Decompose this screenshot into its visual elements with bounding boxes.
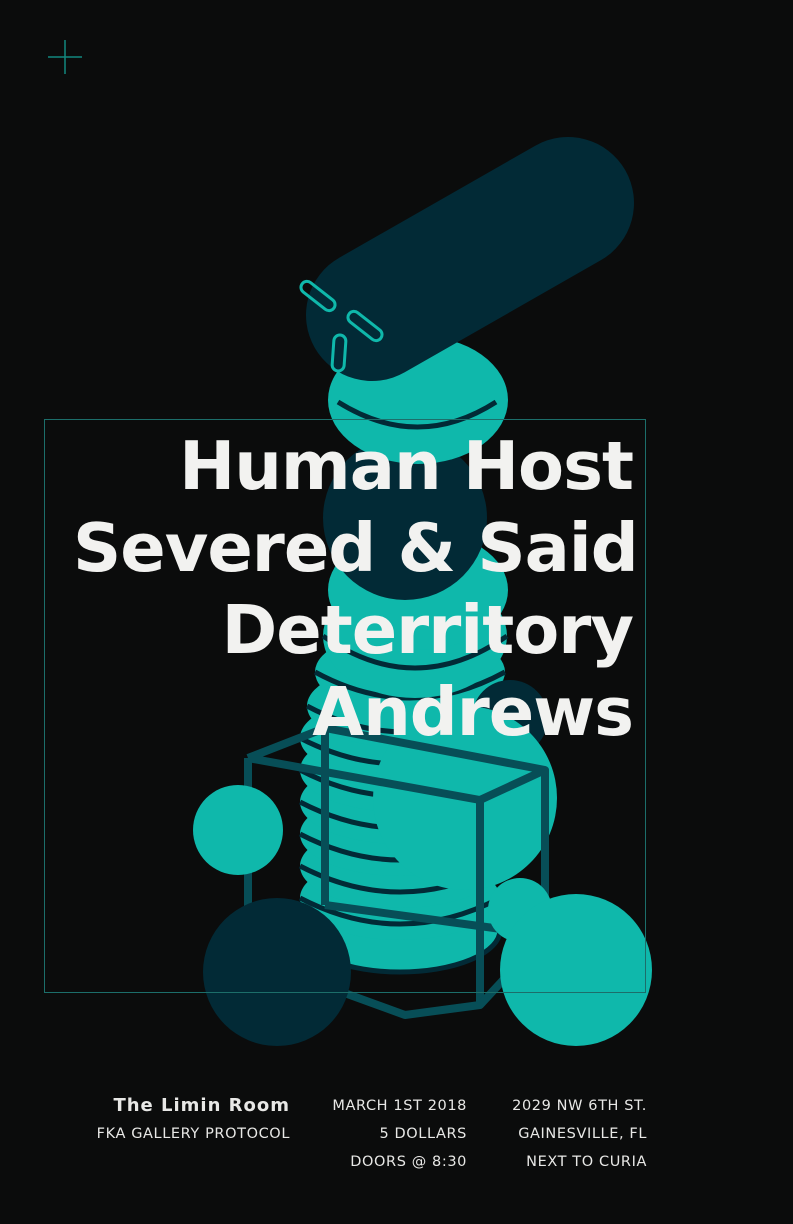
band-name: Severed & Said — [73, 509, 639, 587]
event-info-block: MARCH 1ST 2018 5 DOLLARS DOORS @ 8:30 — [310, 1092, 467, 1176]
event-poster: Human Host Severed & Said Deterritory An… — [0, 0, 793, 1224]
capsule-head — [299, 137, 634, 381]
address-note: NEXT TO CURIA — [526, 1154, 647, 1170]
address-city: GAINESVILLE, FL — [518, 1126, 647, 1142]
venue-subtitle: FKA GALLERY PROTOCOL — [96, 1126, 290, 1142]
event-date: MARCH 1ST 2018 — [332, 1098, 467, 1114]
address-street: 2029 NW 6TH ST. — [512, 1098, 647, 1114]
venue-name: The Limin Room — [113, 1095, 290, 1116]
band-name: Deterritory — [221, 591, 634, 669]
address-block: 2029 NW 6TH ST. GAINESVILLE, FL NEXT TO … — [487, 1092, 647, 1176]
plus-icon — [48, 40, 82, 74]
event-price: 5 DOLLARS — [379, 1126, 467, 1142]
venue-block: The Limin Room FKA GALLERY PROTOCOL — [60, 1092, 290, 1148]
band-name: Andrews — [312, 673, 634, 751]
band-name: Human Host — [179, 427, 634, 505]
event-doors: DOORS @ 8:30 — [350, 1154, 467, 1170]
band-lineup: Human Host Severed & Said Deterritory An… — [73, 425, 639, 753]
